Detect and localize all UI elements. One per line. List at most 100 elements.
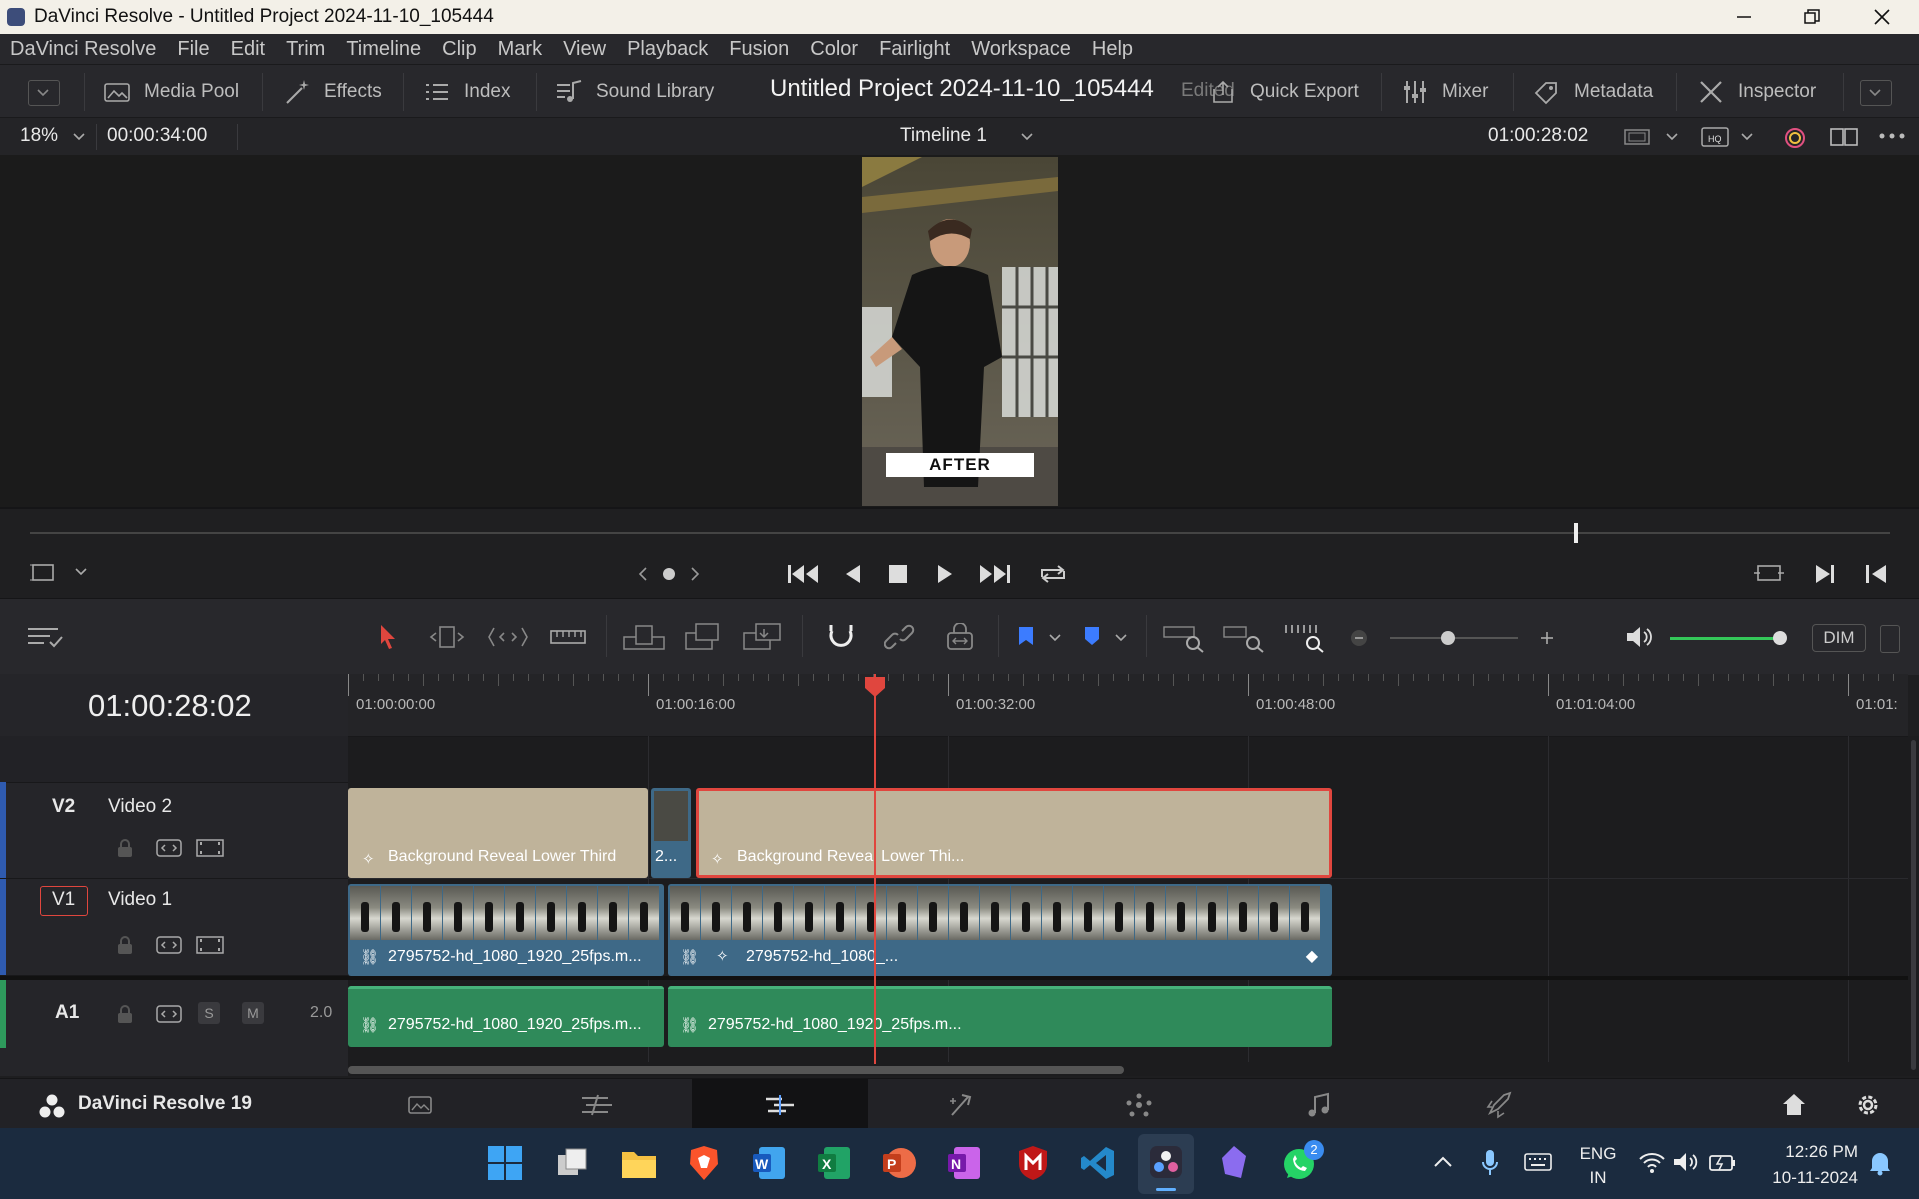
menu-mark[interactable]: Mark — [498, 38, 542, 61]
speaker-icon[interactable] — [1624, 623, 1654, 651]
stop-icon[interactable] — [887, 563, 909, 585]
microphone-icon[interactable] — [1480, 1148, 1500, 1178]
snapping-icon[interactable] — [826, 621, 856, 653]
cut-page-icon[interactable] — [578, 1093, 618, 1117]
flag-icon[interactable] — [1016, 625, 1036, 649]
playhead-line[interactable] — [874, 674, 876, 1064]
panel-collapse-button[interactable] — [28, 80, 60, 106]
timeline-vertical-scroll[interactable] — [1908, 736, 1919, 1076]
title-clip-1[interactable]: ✧ Background Reveal Lower Third — [348, 788, 648, 878]
timeline-view-options-icon[interactable] — [26, 623, 66, 651]
dim-button[interactable]: DIM — [1812, 624, 1866, 652]
timeline-select[interactable]: Timeline 1 — [900, 125, 987, 147]
settings-gear-icon[interactable] — [1854, 1091, 1882, 1119]
linked-selection-icon[interactable] — [884, 623, 916, 651]
audio-clip-a1-2[interactable]: ⛓ 2795752-hd_1080_1920_25fps.m... — [668, 986, 1332, 1047]
color-wheel-icon[interactable] — [1782, 125, 1808, 151]
effects-button[interactable]: Effects — [282, 77, 382, 107]
timeline-ruler[interactable]: 01:00:00:00 01:00:16:00 01:00:32:00 01:0… — [348, 674, 1908, 737]
track-header-v1[interactable]: V1 Video 1 — [0, 879, 348, 976]
timeline-tracks[interactable]: 01:00:00:00 01:00:16:00 01:00:32:00 01:0… — [348, 674, 1908, 1076]
zoom-select[interactable]: 18% — [20, 125, 58, 147]
menu-file[interactable]: File — [177, 38, 209, 61]
menu-fairlight[interactable]: Fairlight — [879, 38, 950, 61]
menu-fusion[interactable]: Fusion — [729, 38, 789, 61]
position-lock-icon[interactable] — [944, 623, 976, 651]
mute-button[interactable]: M — [242, 1002, 264, 1024]
inspector-button[interactable]: Inspector — [1696, 77, 1816, 107]
windows-start-button[interactable] — [484, 1142, 526, 1184]
menu-trim[interactable]: Trim — [286, 38, 325, 61]
fusion-page-icon[interactable] — [946, 1091, 976, 1119]
wifi-icon[interactable] — [1638, 1150, 1666, 1174]
battery-icon[interactable] — [1708, 1150, 1736, 1174]
deliver-page-icon[interactable] — [1484, 1091, 1514, 1119]
solo-button[interactable]: S — [198, 1002, 220, 1024]
zoom-out-icon[interactable] — [1350, 629, 1368, 647]
quick-export-button[interactable]: Quick Export — [1208, 77, 1359, 107]
title-clip-2-selected[interactable]: ✧ Background Reveal Lower Thi... — [696, 788, 1332, 878]
disable-track-icon[interactable] — [196, 838, 224, 858]
auto-select-icon[interactable] — [156, 935, 182, 955]
taskbar-brave[interactable] — [683, 1142, 725, 1184]
taskbar-file-explorer[interactable] — [618, 1142, 660, 1184]
menu-clip[interactable]: Clip — [442, 38, 476, 61]
menu-playback[interactable]: Playback — [627, 38, 708, 61]
mixer-button[interactable]: Mixer — [1400, 77, 1488, 107]
chevron-up-icon[interactable] — [1432, 1154, 1454, 1170]
go-to-start-icon[interactable] — [786, 561, 820, 587]
zoom-custom-icon[interactable] — [1282, 621, 1326, 653]
blade-tool-icon[interactable] — [548, 623, 588, 651]
video-clip-v1-2[interactable]: ⛓ ✧ 2795752-hd_1080_... ◆ — [668, 884, 1332, 976]
taskbar-powerpoint[interactable]: P — [878, 1142, 920, 1184]
menu-view[interactable]: View — [563, 38, 606, 61]
play-reverse-icon[interactable] — [842, 561, 864, 587]
edit-page-tab-active[interactable] — [692, 1079, 868, 1132]
close-button[interactable] — [1852, 0, 1912, 34]
clock-date[interactable]: 10-11-2024 — [1748, 1168, 1858, 1188]
volume-icon[interactable] — [1672, 1150, 1700, 1174]
video-viewer[interactable]: AFTER — [0, 155, 1919, 507]
menu-timeline[interactable]: Timeline — [346, 38, 421, 61]
scrubber-handle[interactable] — [1573, 523, 1578, 543]
media-page-icon[interactable] — [406, 1093, 434, 1117]
restore-button[interactable] — [1782, 0, 1842, 34]
timeline-scrollbar[interactable] — [348, 1066, 1124, 1074]
taskbar-whatsapp[interactable]: 2 — [1278, 1140, 1324, 1184]
marker-icon[interactable] — [1082, 625, 1102, 649]
zoom-detail-icon[interactable] — [1222, 621, 1266, 653]
taskbar-vscode[interactable] — [1077, 1142, 1119, 1184]
metadata-button[interactable]: Metadata — [1532, 77, 1653, 107]
panel-expand-button[interactable] — [1860, 80, 1892, 106]
scrubber-track[interactable] — [30, 532, 1890, 534]
menu-edit[interactable]: Edit — [231, 38, 265, 61]
replace-clip-icon[interactable] — [742, 621, 786, 651]
go-to-end-icon[interactable] — [978, 561, 1012, 587]
clock-time[interactable]: 12:26 PM — [1748, 1142, 1858, 1162]
lock-icon[interactable] — [116, 935, 134, 955]
home-icon[interactable] — [1780, 1091, 1808, 1117]
insert-clip-icon[interactable] — [622, 623, 666, 651]
taskbar-onenote[interactable]: N — [943, 1142, 985, 1184]
disable-track-icon[interactable] — [196, 935, 224, 955]
taskbar-davinci-active[interactable] — [1138, 1134, 1194, 1194]
lock-icon[interactable] — [116, 838, 134, 858]
track-header-v2[interactable]: V2 Video 2 — [0, 782, 348, 879]
sound-library-button[interactable]: Sound Library — [554, 77, 714, 107]
video-clip-v1-1[interactable]: ⛓ 2795752-hd_1080_1920_25fps.m... — [348, 884, 664, 976]
play-icon[interactable] — [934, 561, 956, 587]
jog-control-icon[interactable] — [638, 563, 700, 585]
match-frame-icon[interactable] — [1754, 561, 1784, 585]
taskbar-word[interactable]: W — [748, 1142, 790, 1184]
volume-slider-track[interactable] — [1670, 637, 1786, 640]
selection-tool-icon[interactable] — [377, 623, 399, 651]
input-language-top[interactable]: ENG — [1578, 1144, 1618, 1164]
menu-help[interactable]: Help — [1092, 38, 1133, 61]
track-header-a1[interactable]: A1 S M 2.0 — [0, 980, 348, 1048]
zoom-in-icon[interactable] — [1538, 629, 1556, 647]
menu-davinci-resolve[interactable]: DaVinci Resolve — [10, 38, 156, 61]
fairlight-page-icon[interactable] — [1306, 1091, 1332, 1119]
next-edit-icon[interactable] — [1812, 561, 1838, 587]
taskbar-task-view[interactable] — [551, 1142, 593, 1184]
taskbar-obsidian[interactable] — [1213, 1142, 1255, 1184]
